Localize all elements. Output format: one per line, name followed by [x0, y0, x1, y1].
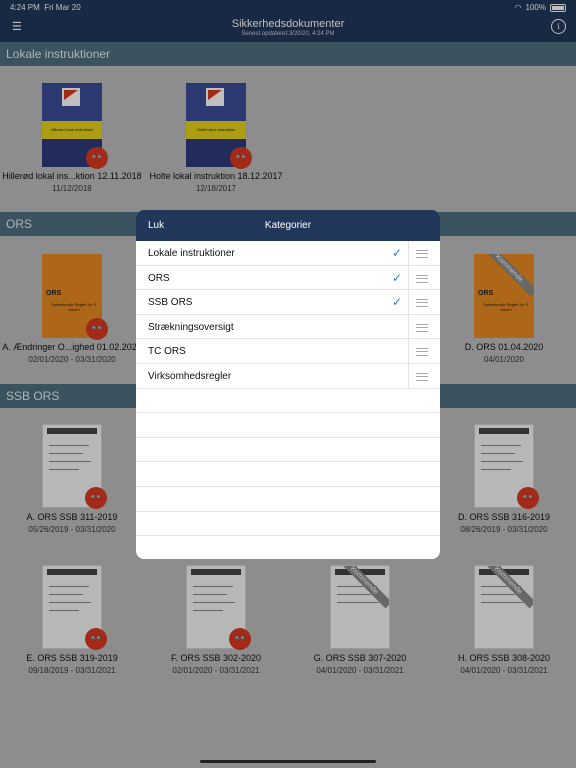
- category-row-ssb-ors[interactable]: SSB ORS ✓: [136, 290, 440, 315]
- empty-row: [136, 512, 440, 537]
- reorder-handle-icon[interactable]: [416, 348, 428, 357]
- categories-modal: Luk Kategorier Lokale instruktioner ✓ OR…: [136, 210, 440, 559]
- empty-row: [136, 487, 440, 512]
- category-row-ors[interactable]: ORS ✓: [136, 266, 440, 291]
- empty-row: [136, 462, 440, 487]
- category-label: Virksomhedsregler: [148, 371, 232, 382]
- category-label: TC ORS: [148, 346, 186, 358]
- reorder-handle-icon[interactable]: [416, 274, 428, 283]
- reorder-handle-icon[interactable]: [416, 250, 428, 258]
- category-row-tc-ors[interactable]: TC ORS: [136, 339, 440, 364]
- modal-title: Kategorier: [264, 220, 312, 231]
- reorder-handle-icon[interactable]: [416, 299, 428, 308]
- home-indicator[interactable]: [200, 760, 376, 763]
- checkmark-icon: ✓: [391, 295, 402, 310]
- empty-row: [136, 389, 440, 414]
- category-label: Strækningsoversigt: [148, 321, 234, 333]
- category-row-lokale[interactable]: Lokale instruktioner ✓: [136, 241, 440, 266]
- category-label: Lokale instruktioner: [148, 248, 235, 259]
- checkmark-icon: ✓: [391, 270, 402, 285]
- empty-row: [136, 413, 440, 438]
- reorder-handle-icon[interactable]: [416, 323, 428, 332]
- category-label: SSB ORS: [148, 297, 193, 309]
- category-label: ORS: [148, 272, 170, 284]
- empty-row: [136, 438, 440, 463]
- category-row-straekningsoversigt[interactable]: Strækningsoversigt: [136, 315, 440, 340]
- reorder-handle-icon[interactable]: [416, 373, 428, 381]
- checkmark-icon: ✓: [391, 246, 402, 260]
- modal-header: Luk Kategorier: [136, 210, 440, 241]
- category-row-virksomhedsregler[interactable]: Virksomhedsregler: [136, 364, 440, 389]
